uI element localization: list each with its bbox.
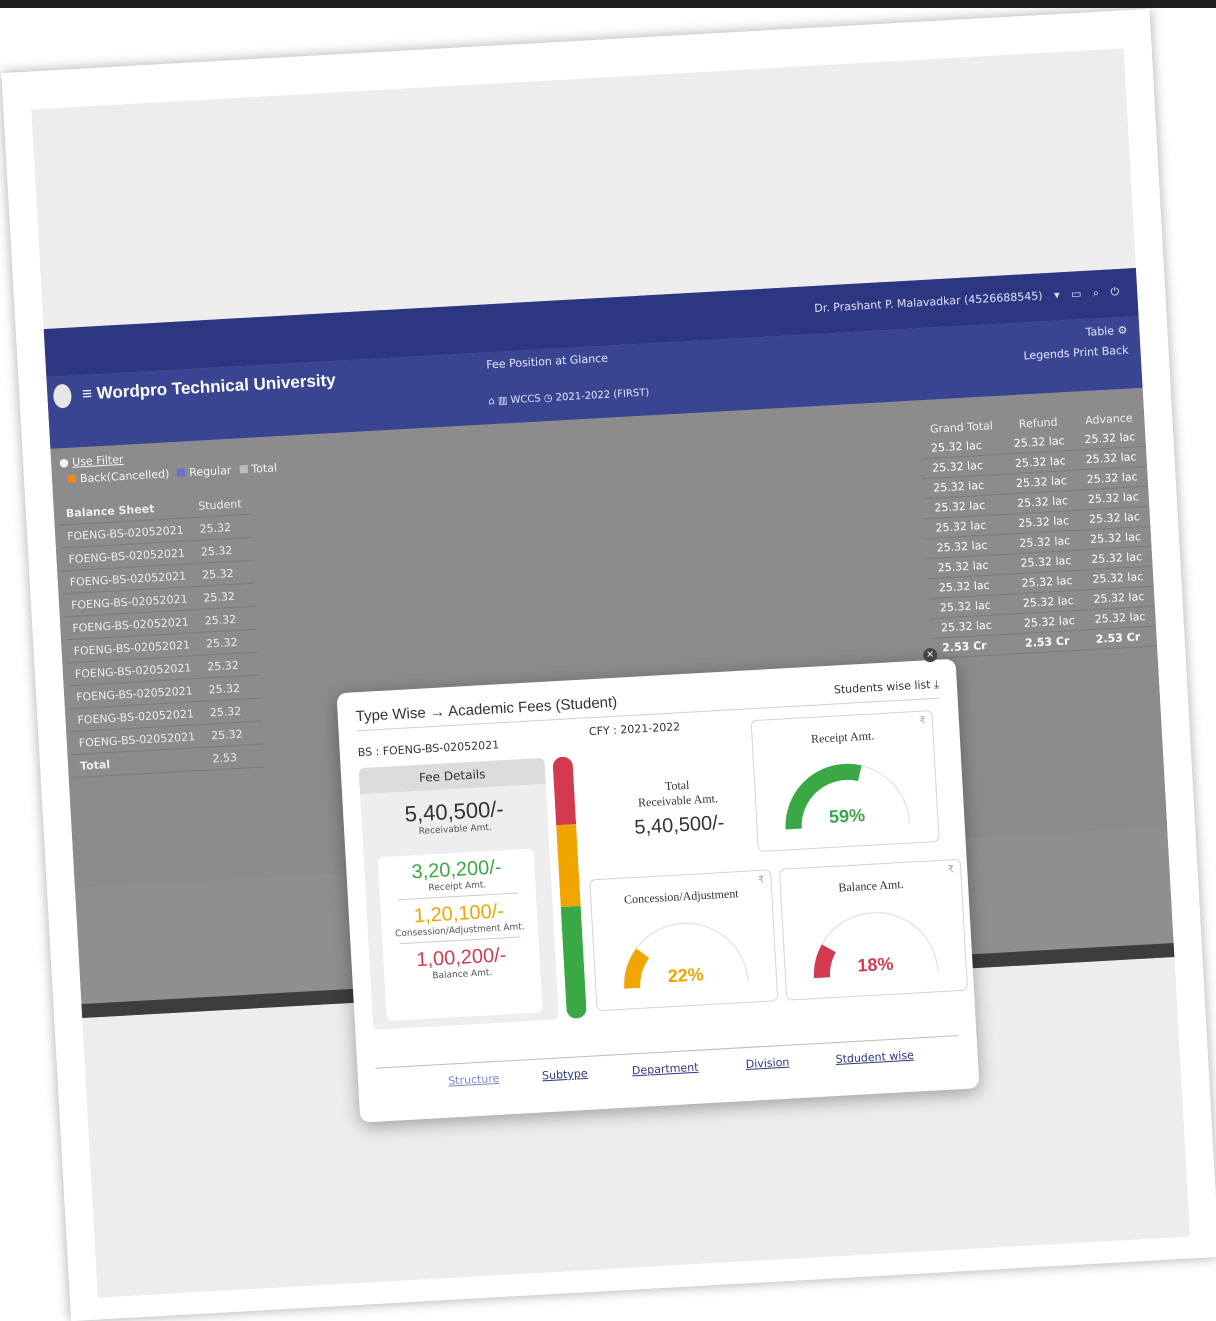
app-window: Dr. Prashant P. Malavadkar (4526688545) … — [43, 268, 1175, 1123]
tab-structure[interactable]: Structure — [448, 1072, 500, 1088]
drilldown-tabs: Structure Subtype Department Division St… — [375, 1035, 959, 1088]
legend-swatch — [177, 468, 186, 477]
home-icon[interactable]: ⌂ — [488, 396, 495, 407]
student-amount: 25.32 — [194, 583, 256, 610]
student-amount: 25.32 — [196, 606, 257, 633]
column-header-student: Student — [189, 491, 251, 518]
modal-title: Type Wise → Academic Fees (Student) — [355, 693, 618, 726]
legend-label: Regular — [188, 463, 232, 480]
status-color-bar — [552, 756, 587, 1019]
total-cell: 2.53 Cr — [1014, 629, 1087, 654]
page-title: Fee Position at Glance — [485, 351, 609, 372]
tab-department[interactable]: Department — [632, 1061, 699, 1078]
receipt-gauge: ₹ Receipt Amt. 59% — [750, 710, 940, 853]
student-amount: 25.32 — [193, 560, 255, 587]
fee-details-card: Fee Details 5,40,500/- Receivable Amt. 3… — [358, 757, 559, 1030]
print-link[interactable]: Print — [1073, 345, 1099, 359]
fee-details-title: Fee Details — [358, 757, 546, 795]
total-cell: 2.53 Cr — [1085, 625, 1158, 650]
legend-swatch — [67, 474, 77, 483]
total-amount: 5,40,500/- — [633, 811, 725, 839]
legend-swatch — [239, 464, 248, 474]
filter-bar: ● Use Filter Back(Cancelled) Regular Total — [59, 442, 278, 488]
summary-table: Grand Total Refund Advance 25.32 lac 25.32 … — [919, 408, 1158, 659]
university-logo — [52, 383, 73, 409]
filter-icon[interactable]: ● — [59, 456, 69, 470]
student-amount: 25.32 — [201, 698, 262, 725]
balance-sheet-label: BS : FOENG-BS-02052021 — [357, 738, 500, 760]
clock-icon: ◷ — [543, 392, 553, 405]
brand: ≡ Wordpro Technical University — [52, 369, 337, 409]
table-link[interactable]: Table — [1085, 324, 1114, 339]
rupee-icon: ₹ — [919, 715, 927, 727]
legend-label: Total — [250, 461, 278, 476]
concession-gauge: ₹ Concession/Adjustment 22% — [589, 869, 779, 1012]
tab-subtype[interactable]: Subtype — [542, 1067, 588, 1083]
student-amount: 25.32 — [192, 537, 253, 564]
menu-icon[interactable]: ≡ — [82, 384, 93, 404]
download-icon[interactable]: ⤓ — [934, 678, 940, 691]
power-icon[interactable]: ⏻ — [1110, 285, 1119, 298]
context-meta: ⌂ ▥ WCCS ◷ 2021-2022 (FIRST) — [488, 387, 649, 407]
chevron-down-icon[interactable]: ▾ — [1054, 288, 1060, 301]
user-menu[interactable]: Dr. Prashant P. Malavadkar (4526688545) … — [806, 285, 1120, 316]
amount-breakdown: 3,20,200/- Receipt Amt. 1,20,100/- Conse… — [377, 848, 543, 1022]
student-amount: 25.32 — [197, 629, 258, 656]
institute-code: WCCS — [510, 393, 542, 407]
balance-gauge: ₹ Balance Amt. 18% — [778, 858, 969, 1001]
chart-icon: ▥ — [497, 395, 508, 407]
student-amount: 25.32 — [190, 514, 252, 541]
students-wise-list-link[interactable]: Students wise list ⤓ — [834, 678, 940, 698]
academic-year: 2021-2022 (FIRST) — [555, 387, 650, 404]
back-link[interactable]: Back — [1101, 344, 1128, 358]
legend-label: Back(Cancelled) — [79, 467, 170, 486]
legends-link[interactable]: Legends — [1023, 347, 1070, 363]
student-total: 2.53 — [203, 743, 265, 771]
total-receivable-block: Total Receivable Amt. 5,40,500/- — [632, 776, 725, 840]
gear-icon[interactable]: ⚙ — [1117, 324, 1128, 338]
top-edge — [0, 0, 1216, 8]
close-icon[interactable]: × — [922, 647, 938, 663]
type-wise-modal: Type Wise → Academic Fees (Student) Stud… — [336, 647, 980, 1123]
receipt-gauge-title: Receipt Amt. — [810, 728, 875, 746]
student-amount: 25.32 — [202, 721, 264, 748]
concession-gauge-title: Concession/Adjustment — [623, 886, 739, 907]
tab-student-wise[interactable]: Stdudent wise — [835, 1049, 914, 1066]
tab-division[interactable]: Division — [745, 1056, 789, 1071]
screen-area: Dr. Prashant P. Malavadkar (4526688545) … — [31, 48, 1191, 1298]
briefcase-icon[interactable]: ▭ — [1071, 287, 1082, 301]
student-amount: 25.32 — [199, 675, 261, 702]
screenshot-frame: Dr. Prashant P. Malavadkar (4526688545) … — [1, 8, 1216, 1321]
use-filter-link[interactable]: Use Filter — [72, 453, 124, 469]
total-cell: 2.53 Cr — [931, 633, 1016, 659]
brand-name: Wordpro Technical University — [96, 370, 337, 403]
user-name[interactable]: Dr. Prashant P. Malavadkar (4526688545) — [814, 289, 1043, 315]
balance-gauge-title: Balance Amt. — [837, 876, 905, 895]
balance-sheet-table: Balance Sheet Student FOENG-BS-02052021 25.… — [57, 491, 265, 778]
search-icon[interactable]: ⌕ — [1093, 286, 1100, 299]
cfy-label: CFY : 2021-2022 — [588, 720, 681, 739]
rupee-icon: ₹ — [947, 864, 955, 876]
rupee-icon: ₹ — [757, 874, 765, 887]
page-actions: Table ⚙ Legends Print Back — [1022, 321, 1129, 367]
student-amount: 25.32 — [198, 652, 260, 679]
